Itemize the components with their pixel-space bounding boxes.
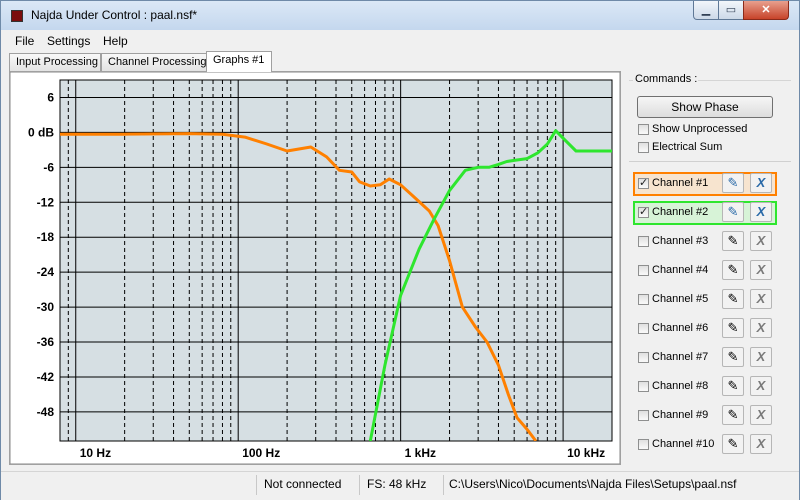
channel-6-remove-icon[interactable]: X [750, 318, 772, 338]
menu-file[interactable]: File [15, 34, 34, 48]
tab-graphs-1[interactable]: Graphs #1 [206, 51, 272, 72]
y-tick-label: -30 [37, 300, 55, 314]
y-tick-label: -42 [37, 370, 55, 384]
channel-2-checkbox[interactable] [638, 205, 649, 218]
x-tick-label: 100 Hz [242, 446, 280, 460]
status-divider [443, 475, 444, 495]
y-tick-label: -36 [37, 335, 55, 349]
channel-5-edit-icon[interactable]: ✎ [722, 289, 744, 309]
channel-row-6[interactable]: Channel #6 ✎ X [633, 317, 777, 341]
channel-3-edit-icon[interactable]: ✎ [722, 231, 744, 251]
channel-4-checkbox[interactable] [638, 265, 649, 276]
y-tick-label: 6 [47, 90, 54, 104]
channel-5-label: Channel #5 [652, 293, 709, 305]
channel-row-4[interactable]: Channel #4 ✎ X [633, 259, 777, 283]
status-bar: Not connected FS: 48 kHz C:\Users\Nico\D… [1, 471, 799, 500]
channel-4-edit-icon[interactable]: ✎ [722, 260, 744, 280]
channel-5-checkbox[interactable] [638, 294, 649, 305]
group-border [698, 80, 791, 81]
channel-3-remove-icon[interactable]: X [750, 231, 772, 251]
channel-8-label: Channel #8 [652, 380, 709, 392]
show-unprocessed-label: Show Unprocessed [652, 123, 748, 135]
channel-3-checkbox[interactable] [638, 236, 649, 247]
channel-row-9[interactable]: Channel #9 ✎ X [633, 404, 777, 428]
channel-2-remove-icon[interactable]: X [750, 202, 772, 222]
channel-row-10[interactable]: Channel #10 ✎ X [633, 433, 777, 457]
y-tick-label: -6 [43, 160, 54, 174]
status-divider [359, 475, 360, 495]
y-tick-label: 0 dB [28, 125, 54, 139]
x-tick-label: 1 kHz [405, 446, 436, 460]
channel-10-edit-icon[interactable]: ✎ [722, 434, 744, 454]
app-icon [11, 10, 23, 22]
channel-row-1[interactable]: Channel #1 ✎ X [633, 172, 777, 196]
x-tick-label: 10 Hz [80, 446, 111, 460]
channel-1-checkbox[interactable] [638, 176, 649, 189]
tab-channel-processing[interactable]: Channel Processing [101, 53, 207, 71]
channel-8-edit-icon[interactable]: ✎ [722, 376, 744, 396]
close-button[interactable]: ✕ [743, 1, 789, 20]
electrical-sum-label: Electrical Sum [652, 141, 723, 153]
title-bar[interactable]: Najda Under Control : paal.nsf* ▁ ▭ ✕ [1, 1, 799, 30]
channel-5-remove-icon[interactable]: X [750, 289, 772, 309]
y-tick-label: -48 [37, 405, 55, 419]
channel-row-2[interactable]: Channel #2 ✎ X [633, 201, 777, 225]
x-tick-label: 10 kHz [567, 446, 605, 460]
y-tick-label: -12 [37, 195, 55, 209]
separator [629, 161, 791, 162]
connection-status: Not connected [264, 477, 342, 491]
commands-label: Commands : [635, 73, 698, 85]
show-unprocessed-checkbox[interactable] [638, 124, 649, 135]
channel-2-label: Channel #2 [652, 206, 709, 218]
channel-10-checkbox[interactable] [638, 439, 649, 450]
channel-row-5[interactable]: Channel #5 ✎ X [633, 288, 777, 312]
channel-3-label: Channel #3 [652, 235, 709, 247]
channel-row-8[interactable]: Channel #8 ✎ X [633, 375, 777, 399]
channel-2-edit-icon[interactable]: ✎ [722, 202, 744, 222]
sample-rate-status: FS: 48 kHz [367, 477, 427, 491]
status-divider [256, 475, 257, 495]
channel-1-label: Channel #1 [652, 177, 709, 189]
channel-9-edit-icon[interactable]: ✎ [722, 405, 744, 425]
file-path-status: C:\Users\Nico\Documents\Najda Files\Setu… [449, 477, 737, 491]
main-window: Najda Under Control : paal.nsf* ▁ ▭ ✕ Fi… [0, 0, 800, 500]
channel-7-label: Channel #7 [652, 351, 709, 363]
channel-6-checkbox[interactable] [638, 323, 649, 334]
channel-10-remove-icon[interactable]: X [750, 434, 772, 454]
channel-8-checkbox[interactable] [638, 381, 649, 392]
frequency-response-chart: 6 0 dB -6 -12 -18 -24 -30 -36 -42 -48 10 Hz 100 Hz 1… [10, 72, 620, 464]
channel-8-remove-icon[interactable]: X [750, 376, 772, 396]
channel-6-edit-icon[interactable]: ✎ [722, 318, 744, 338]
y-tick-label: -18 [37, 230, 55, 244]
tab-input-processing[interactable]: Input Processing [9, 53, 101, 71]
menu-help[interactable]: Help [103, 34, 128, 48]
window-title: Najda Under Control : paal.nsf* [31, 8, 198, 22]
channel-9-checkbox[interactable] [638, 410, 649, 421]
minimize-button[interactable]: ▁ [693, 1, 719, 20]
show-phase-button[interactable]: Show Phase [637, 96, 773, 118]
channel-1-edit-icon[interactable]: ✎ [722, 173, 744, 193]
channel-10-label: Channel #10 [652, 438, 715, 450]
group-border [629, 80, 633, 81]
menu-bar: File Settings Help [5, 32, 797, 50]
channel-4-remove-icon[interactable]: X [750, 260, 772, 280]
y-tick-label: -24 [37, 265, 55, 279]
channel-6-label: Channel #6 [652, 322, 709, 334]
channel-7-checkbox[interactable] [638, 352, 649, 363]
channel-7-edit-icon[interactable]: ✎ [722, 347, 744, 367]
electrical-sum-checkbox[interactable] [638, 142, 649, 153]
channel-row-7[interactable]: Channel #7 ✎ X [633, 346, 777, 370]
maximize-button[interactable]: ▭ [718, 1, 744, 20]
menu-settings[interactable]: Settings [47, 34, 90, 48]
channel-7-remove-icon[interactable]: X [750, 347, 772, 367]
channel-4-label: Channel #4 [652, 264, 709, 276]
channel-9-label: Channel #9 [652, 409, 709, 421]
channel-9-remove-icon[interactable]: X [750, 405, 772, 425]
channel-row-3[interactable]: Channel #3 ✎ X [633, 230, 777, 254]
graph-panel: 6 0 dB -6 -12 -18 -24 -30 -36 -42 -48 10 Hz 100 Hz 1… [9, 71, 621, 465]
channel-1-remove-icon[interactable]: X [750, 173, 772, 193]
